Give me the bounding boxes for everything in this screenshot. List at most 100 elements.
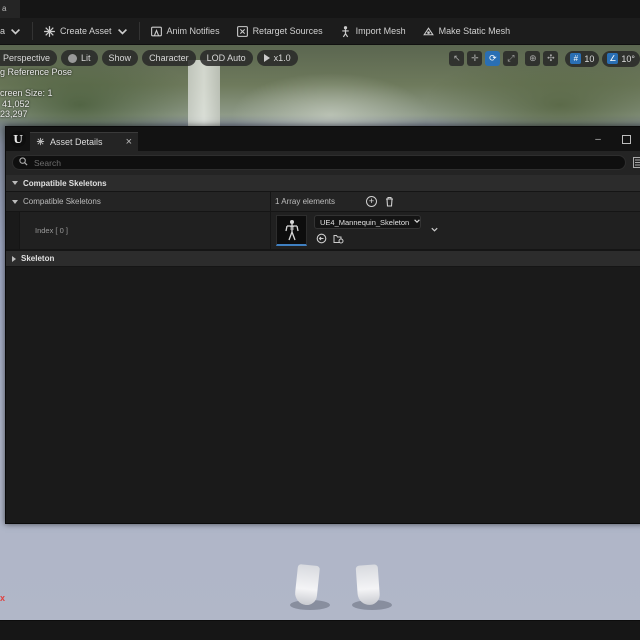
asset-actions: [316, 233, 344, 246]
play-rate-button[interactable]: x1.0: [256, 50, 298, 66]
axis-indicator: x: [0, 593, 6, 603]
lit-button[interactable]: Lit: [61, 50, 98, 66]
lit-label: Lit: [81, 53, 91, 63]
perspective-label: Perspective: [3, 53, 51, 63]
skeleton-figure-icon: [284, 220, 299, 241]
category-compatible-skeletons[interactable]: Compatible Skeletons: [6, 175, 640, 192]
chevron-down-icon: [116, 25, 129, 38]
unreal-logo-icon: U: [10, 131, 26, 147]
row-indent: [6, 212, 20, 249]
asset-details-window: U Asset Details × – Compatible Skeletons: [5, 126, 640, 524]
chevron-down-icon: [9, 25, 22, 38]
category-skeleton[interactable]: Skeleton: [6, 250, 640, 267]
play-rate-label: x1.0: [273, 53, 291, 63]
minimize-button[interactable]: –: [590, 131, 606, 147]
surface-snap-icon[interactable]: ✣: [543, 51, 559, 66]
column-splitter[interactable]: [270, 192, 271, 211]
column-splitter[interactable]: [270, 212, 271, 249]
toolbar-dropdown-button[interactable]: a: [0, 18, 30, 45]
coordinate-space-icon[interactable]: ⊕: [525, 51, 541, 66]
mannequin-right-foot: [355, 564, 381, 606]
toolbar-separator: [138, 22, 140, 40]
stat-line: 41,052: [2, 98, 30, 109]
angle-icon: ∠: [607, 53, 619, 64]
toolbar-separator: [32, 22, 34, 40]
retarget-sources-label: Retarget Sources: [252, 26, 323, 36]
static-mesh-icon: [422, 25, 435, 38]
rotation-snap-button[interactable]: ∠ 10°: [602, 50, 640, 67]
search-row: [6, 151, 640, 175]
import-mesh-label: Import Mesh: [355, 26, 406, 36]
search-icon: [19, 157, 28, 168]
element-index-label: Index [ 0 ]: [35, 226, 68, 235]
main-toolbar: a Create Asset Anim Notifies Retarget So…: [0, 18, 640, 45]
asset-thumbnail[interactable]: [276, 215, 307, 246]
lod-button[interactable]: LOD Auto: [199, 50, 253, 66]
title-strip: a: [0, 0, 640, 18]
viewport-stats: g Reference Pose creen Size: 1 41,052 23…: [0, 67, 72, 120]
property-row-compatible-skeletons: Compatible Skeletons 1 Array elements +: [6, 192, 640, 212]
perspective-button[interactable]: Perspective: [0, 50, 58, 66]
browse-folder-icon[interactable]: [333, 233, 344, 246]
use-selected-icon[interactable]: [316, 233, 327, 246]
character-button[interactable]: Character: [142, 50, 196, 66]
rotate-icon[interactable]: ⟳: [485, 51, 501, 66]
translate-icon[interactable]: ✛: [467, 51, 483, 66]
viewport-toolbar: Perspective Lit Show Character LOD Auto …: [0, 50, 298, 67]
import-mesh-button[interactable]: Import Mesh: [331, 18, 414, 45]
expand-arrow-icon: [12, 199, 18, 204]
chevron-down-icon[interactable]: [430, 225, 439, 236]
window-title-bar[interactable]: U Asset Details × –: [6, 127, 640, 151]
lit-sphere-icon: [68, 53, 78, 63]
import-mesh-icon: [339, 25, 352, 38]
details-icon: [36, 137, 45, 148]
stat-line: g Reference Pose: [0, 67, 73, 77]
stat-line: creen Size: 1: [0, 88, 53, 98]
add-element-icon[interactable]: +: [366, 196, 378, 207]
property-name[interactable]: Compatible Skeletons: [12, 192, 101, 211]
trash-icon[interactable]: [384, 196, 395, 207]
search-input[interactable]: [34, 157, 594, 168]
retarget-icon: [236, 25, 249, 38]
asset-details-tab-label: Asset Details: [50, 137, 103, 147]
rotation-snap-value: 10°: [621, 53, 635, 64]
create-asset-button[interactable]: Create Asset: [35, 18, 137, 45]
create-asset-icon: [43, 25, 56, 38]
array-info: 1 Array elements +: [275, 192, 395, 211]
search-box: [12, 155, 626, 170]
selected-asset-name: UE4_Mannequin_Skeleton: [320, 217, 410, 227]
grid-size-value: 10: [584, 53, 595, 64]
anim-notifies-button[interactable]: Anim Notifies: [142, 18, 228, 45]
show-button[interactable]: Show: [101, 50, 139, 66]
lod-label: LOD Auto: [206, 53, 246, 63]
collapse-arrow-icon: [12, 255, 16, 262]
maximize-button[interactable]: [618, 131, 634, 147]
editor-tab-edge[interactable]: a: [0, 0, 20, 18]
toolbar-dropdown-label: a: [0, 26, 6, 36]
make-static-mesh-button[interactable]: Make Static Mesh: [414, 18, 519, 45]
chevron-down-icon: [413, 217, 421, 227]
grid-snap-button[interactable]: # 10: [565, 50, 600, 67]
anim-notifies-label: Anim Notifies: [166, 26, 220, 36]
details-empty-area: [6, 267, 640, 521]
settings-icon[interactable]: [633, 157, 640, 169]
skeleton-asset-picker[interactable]: UE4_Mannequin_Skeleton: [314, 215, 421, 229]
character-label: Character: [149, 53, 189, 63]
asset-details-tab[interactable]: Asset Details ×: [30, 132, 138, 151]
anim-notifies-icon: [150, 25, 163, 38]
retarget-sources-button[interactable]: Retarget Sources: [228, 18, 331, 45]
select-icon[interactable]: ↖: [449, 51, 465, 66]
background-pillar: [188, 60, 220, 130]
category-label: Skeleton: [21, 254, 55, 263]
status-bar: [0, 620, 640, 640]
stat-line: [0, 78, 72, 89]
expand-arrow-icon: [12, 181, 18, 185]
create-asset-label: Create Asset: [60, 26, 112, 36]
array-element-row: Index [ 0 ] UE4_Mannequin_Skeleton: [6, 212, 640, 250]
scale-icon[interactable]: ⤢: [503, 51, 519, 66]
show-label: Show: [108, 53, 132, 63]
property-label: Compatible Skeletons: [23, 197, 101, 206]
grid-icon: #: [570, 53, 582, 64]
viewport-transform-toolbar: ↖ ✛ ⟳ ⤢ ⊕ ✣ # 10 ∠ 10°: [449, 50, 640, 67]
close-icon[interactable]: ×: [126, 136, 132, 148]
